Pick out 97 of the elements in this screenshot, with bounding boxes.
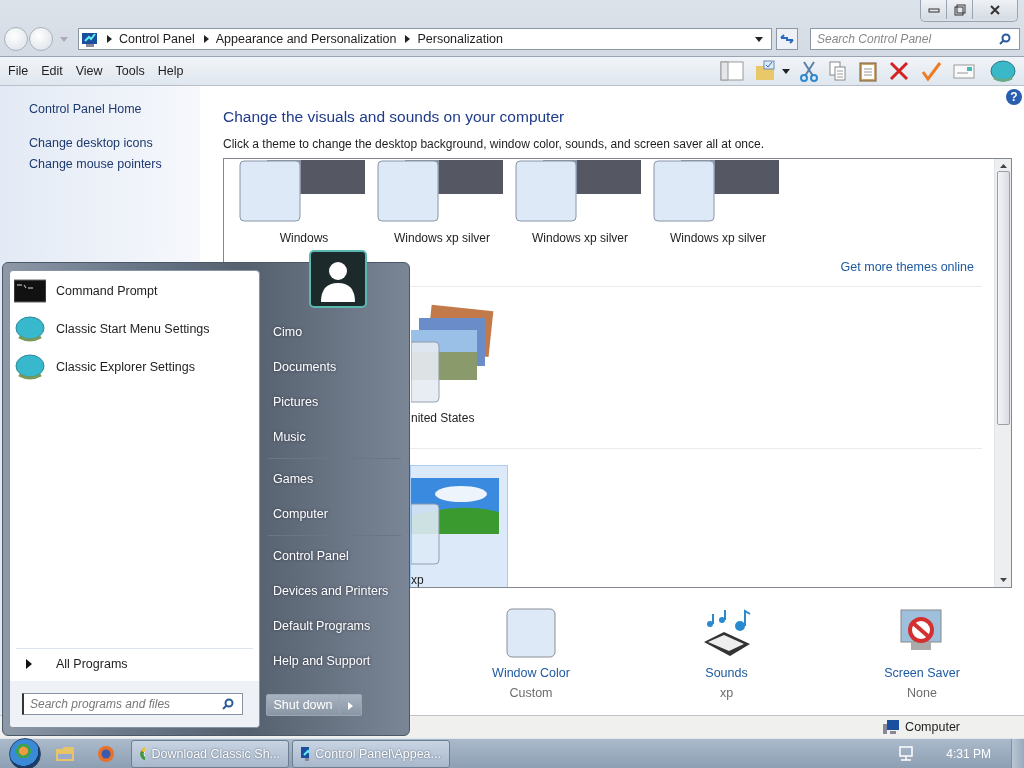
delete-icon[interactable] [888,60,910,82]
start-button[interactable] [9,737,41,768]
shell-icon [14,353,46,381]
console-icon [14,279,46,303]
minimize-icon [927,6,940,13]
clipboard-icon[interactable] [858,60,878,82]
close-button[interactable] [973,0,1017,19]
shell-icon[interactable] [990,59,1016,83]
history-dropdown-icon[interactable] [60,36,68,42]
control-panel-icon [301,746,310,761]
help-button[interactable]: ? [1006,89,1022,105]
breadcrumb-arrow-icon [405,35,411,43]
start-menu-link[interactable]: Documents [268,350,401,385]
show-desktop-button[interactable] [1011,738,1024,768]
breadcrumb-item[interactable]: Appearance and Personalization [215,32,397,46]
minimize-button[interactable] [921,0,947,19]
breadcrumb-item[interactable]: Control Panel [119,32,195,46]
sidebar-link[interactable]: Control Panel Home [29,102,200,116]
menu-item[interactable]: Tools [115,64,145,78]
dropdown-arrow-icon[interactable] [782,68,790,74]
setting-value: None [907,686,937,700]
copy-icon[interactable] [828,60,848,82]
theme-tile[interactable]: nited States [410,303,508,448]
breadcrumb-item[interactable]: Personalization [417,32,503,46]
setting-link[interactable]: Window Color [492,666,570,680]
scroll-up-icon[interactable] [999,164,1007,168]
setting-link[interactable]: Screen Saver [884,666,960,680]
theme-name: nited States [411,411,475,425]
computer-icon [883,720,900,734]
refresh-button[interactable] [776,28,798,50]
start-menu-link[interactable]: Help and Support [268,644,401,679]
search-field[interactable]: Search Control Panel [810,28,1020,50]
menu-item[interactable]: Help [157,64,184,78]
address-bar[interactable]: Control Panel Appearance and Personalization Personalization [78,28,772,50]
forward-button[interactable] [29,27,53,51]
setting-value: Custom [509,686,553,700]
scissors-icon[interactable] [800,60,818,82]
theme-tile[interactable]: Windows xp silver [376,159,508,252]
back-button[interactable] [4,27,28,51]
status-location: Computer [905,720,960,734]
start-menu-link[interactable]: Computer [268,497,401,532]
refresh-icon [780,33,794,45]
shell-icon [14,315,46,343]
breadcrumb-arrow-icon [203,35,209,43]
control-panel-icon [82,31,98,47]
theme-tile[interactable]: Windows xp silver [652,159,784,252]
menu-item[interactable]: Edit [41,64,63,78]
scrollbar-thumb[interactable] [996,171,1010,425]
start-menu-link[interactable]: Pictures [268,385,401,420]
theme-name: xp [411,573,424,587]
theme-tile[interactable]: Windows xp silver [514,159,646,252]
expand-arrow-icon [26,659,32,669]
checkmark-icon[interactable] [920,60,942,82]
start-menu-link[interactable]: Devices and Printers [268,574,401,609]
theme-name: Windows [279,231,329,245]
shut-down-options-button[interactable] [340,694,362,716]
browser-icon[interactable] [97,744,115,763]
theme-name: Windows xp silver [670,231,766,245]
layout-pane-icon[interactable] [720,60,744,82]
theme-name: Windows xp silver [394,231,490,245]
program-item[interactable]: Classic Explorer Settings [14,351,259,383]
start-menu-link[interactable]: Control Panel [268,539,401,574]
scroll-down-icon[interactable] [999,578,1007,582]
start-menu-link[interactable]: Cimo [268,315,401,350]
network-icon[interactable] [898,745,915,762]
program-item[interactable]: Command Prompt [14,275,259,307]
program-item[interactable]: Classic Start Menu Settings [14,313,259,345]
theme-name: Windows xp silver [532,231,628,245]
menu-item[interactable]: View [75,64,103,78]
window-color-icon [506,608,556,658]
page-heading: Change the visuals and sounds on your computer [223,108,566,126]
restore-button[interactable] [947,0,973,19]
close-icon [989,3,1001,16]
menu-item[interactable]: File [8,64,29,78]
setting-value: xp [719,686,734,700]
theme-tile[interactable]: Windows [238,159,370,252]
description-text: Click a theme to change the desktop background, window color, sounds, and screen saver all at once. [223,137,765,151]
theme-tile[interactable]: xp [410,465,508,587]
sidebar-link[interactable]: Change desktop icons [29,136,200,150]
start-menu-link[interactable]: Music [268,420,401,455]
search-field[interactable]: Search programs and files [22,693,243,715]
browser-icon [140,746,146,761]
search-icon [222,698,234,710]
folder-check-icon[interactable] [754,60,776,82]
user-avatar-icon [309,250,367,308]
start-menu-link[interactable]: Default Programs [268,609,401,644]
sidebar-link[interactable]: Change mouse pointers [29,157,200,171]
start-menu-link[interactable]: Games [268,462,401,497]
restore-icon [953,3,966,16]
breadcrumb-arrow-icon [107,35,112,43]
search-icon [999,33,1011,45]
more-themes-link[interactable]: Get more themes online [840,260,974,274]
setting-link[interactable]: Sounds [705,666,748,680]
arrow-icon [348,701,353,710]
scrollbar[interactable] [994,159,1011,587]
dropdown-arrow-icon[interactable] [755,36,763,42]
all-programs-item[interactable]: All Programs [16,648,253,679]
